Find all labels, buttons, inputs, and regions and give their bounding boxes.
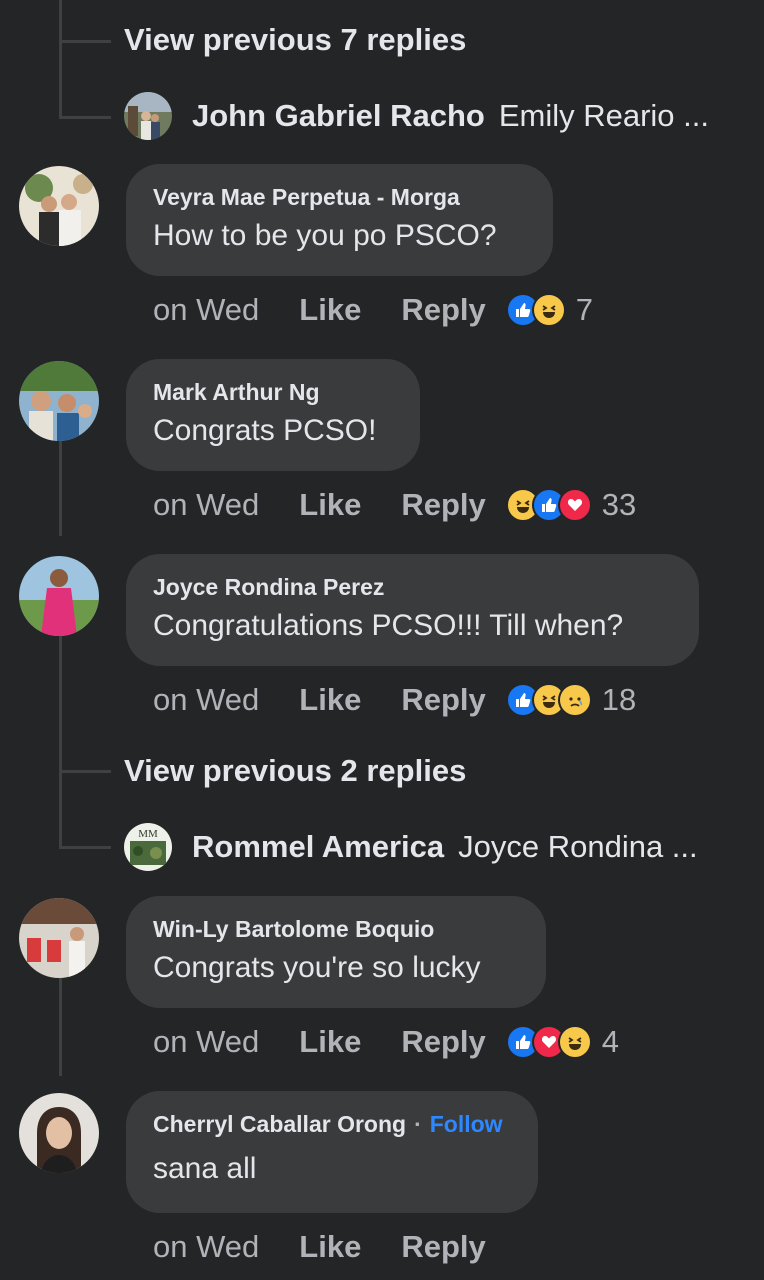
like-button[interactable]: Like (299, 1024, 361, 1060)
view-previous-replies-link[interactable]: View previous 2 replies (124, 753, 466, 789)
thread-line (59, 978, 62, 1076)
reply-preview-text: Emily Reario ... (498, 98, 710, 133)
avatar[interactable] (19, 166, 99, 246)
reply-author-name[interactable]: Rommel America (192, 829, 444, 865)
comment-author-name[interactable]: Mark Arthur Ng (153, 379, 392, 406)
comment-timestamp[interactable]: on Wed (153, 487, 259, 523)
comment-author-name[interactable]: Win-Ly Bartolome Boquio (153, 916, 518, 943)
thread-branch (59, 116, 111, 119)
haha-reaction-icon (557, 1025, 592, 1059)
thread-line (59, 0, 62, 118)
comment-bubble: Win-Ly Bartolome Boquio Congrats you're … (126, 896, 546, 1008)
comment-actions: on Wed Like Reply 18 (153, 682, 636, 718)
reply-preview-text: Joyce Rondina ... (458, 829, 698, 864)
comment-text: Congratulations PCSO!!! Till when? (153, 609, 624, 642)
reply-button[interactable]: Reply (401, 487, 485, 523)
reply-preview[interactable]: MM Rommel America Joyce Rondina ... (124, 823, 698, 871)
comment-bubble: Mark Arthur Ng Congrats PCSO! (126, 359, 420, 471)
comment-actions: on Wed Like Reply (153, 1229, 506, 1265)
thread-line (59, 636, 62, 848)
comment-bubble: Joyce Rondina Perez Congratulations PCSO… (126, 554, 699, 666)
thread-branch (59, 770, 111, 773)
sad-reaction-icon (557, 683, 592, 717)
reply-button[interactable]: Reply (401, 1229, 485, 1265)
comment-actions: on Wed Like Reply 4 (153, 1024, 619, 1060)
svg-text:MM: MM (138, 828, 158, 840)
comment-text: Congrats you're so lucky (153, 951, 481, 984)
comment-author-name[interactable]: Veyra Mae Perpetua - Morga (153, 184, 525, 211)
reply-preview[interactable]: John Gabriel Racho Emily Reario ... (124, 92, 709, 140)
avatar[interactable] (19, 556, 99, 636)
reply-author-name[interactable]: John Gabriel Racho (192, 98, 485, 134)
reaction-count[interactable]: 4 (602, 1024, 619, 1060)
reaction-summary[interactable] (505, 488, 592, 522)
avatar[interactable] (19, 1093, 99, 1173)
reaction-count[interactable]: 7 (576, 292, 593, 328)
thread-branch (59, 40, 111, 43)
separator-dot: · (414, 1111, 422, 1137)
comment-text: Congrats PCSO! (153, 414, 377, 447)
thread-line (59, 440, 62, 536)
reaction-count[interactable]: 18 (602, 682, 636, 718)
like-button[interactable]: Like (299, 682, 361, 718)
avatar[interactable]: MM (124, 823, 172, 871)
comment-bubble: Cherryl Caballar Orong · Follow sana all (126, 1091, 538, 1213)
comment-actions: on Wed Like Reply 33 (153, 487, 636, 523)
comment-actions: on Wed Like Reply 7 (153, 292, 593, 328)
view-previous-replies-link[interactable]: View previous 7 replies (124, 22, 466, 58)
avatar[interactable] (124, 92, 172, 140)
reaction-summary[interactable] (505, 1025, 592, 1059)
reaction-summary[interactable] (505, 683, 592, 717)
follow-button[interactable]: Follow (430, 1111, 503, 1138)
comment-author-name: Cherryl Caballar Orong · Follow (153, 1111, 510, 1138)
like-button[interactable]: Like (299, 292, 361, 328)
reaction-count[interactable]: 33 (602, 487, 636, 523)
reply-button[interactable]: Reply (401, 1024, 485, 1060)
comment-author-name[interactable]: Joyce Rondina Perez (153, 574, 671, 601)
thread-branch (59, 846, 111, 849)
comment-text: How to be you po PSCO? (153, 219, 497, 252)
comment-bubble: Veyra Mae Perpetua - Morga How to be you… (126, 164, 553, 276)
avatar[interactable] (19, 898, 99, 978)
reply-button[interactable]: Reply (401, 292, 485, 328)
avatar[interactable] (19, 361, 99, 441)
comment-text: sana all (153, 1152, 257, 1185)
comment-author-name-text[interactable]: Cherryl Caballar Orong (153, 1111, 406, 1138)
like-button[interactable]: Like (299, 487, 361, 523)
comment-timestamp[interactable]: on Wed (153, 292, 259, 328)
haha-reaction-icon (531, 293, 566, 327)
like-button[interactable]: Like (299, 1229, 361, 1265)
love-reaction-icon (557, 488, 592, 522)
comment-timestamp[interactable]: on Wed (153, 1024, 259, 1060)
reply-button[interactable]: Reply (401, 682, 485, 718)
comment-timestamp[interactable]: on Wed (153, 682, 259, 718)
reaction-summary[interactable] (505, 293, 566, 327)
comment-timestamp[interactable]: on Wed (153, 1229, 259, 1265)
